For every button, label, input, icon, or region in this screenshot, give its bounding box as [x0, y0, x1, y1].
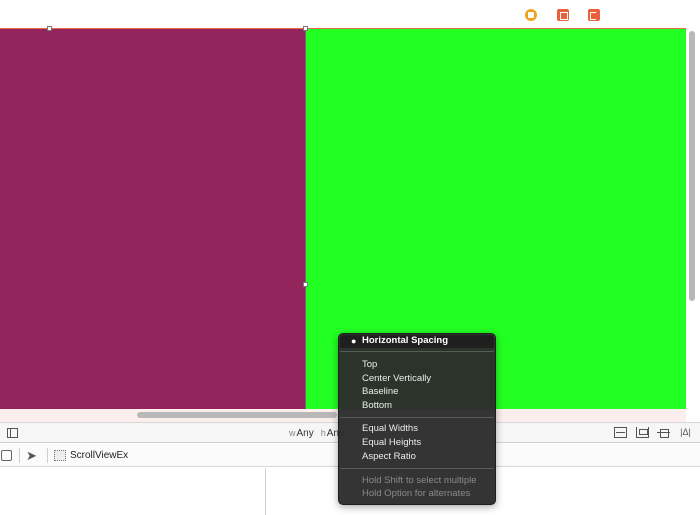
menu-item-top[interactable]: Top [362, 359, 377, 371]
debug-area-divider[interactable] [265, 468, 266, 515]
resolve-issues-icon[interactable]: |Δ| [679, 427, 692, 438]
menu-item-horizontal-spacing[interactable]: Horizontal Spacing [362, 335, 448, 347]
document-outline-toggle-icon[interactable] [7, 428, 18, 438]
view-boundary [305, 29, 306, 409]
location-arrow-icon[interactable]: ➤ [26, 449, 40, 463]
related-items-icon[interactable] [1, 450, 12, 461]
stack-icon[interactable] [614, 427, 627, 438]
first-responder-icon[interactable] [557, 9, 569, 21]
menu-item-equal-widths[interactable]: Equal Widths [362, 423, 418, 435]
resize-handle-right[interactable] [303, 282, 308, 287]
vertical-scrollbar[interactable] [689, 31, 695, 301]
exit-icon[interactable] [588, 9, 600, 21]
menu-item-bottom[interactable]: Bottom [362, 400, 392, 412]
left-view[interactable] [0, 29, 305, 409]
view-controller-icon[interactable] [525, 9, 537, 21]
height-prefix: h [320, 428, 326, 438]
align-icon[interactable] [636, 427, 649, 438]
storyboard-file-icon [54, 450, 66, 461]
menu-hint-shift: Hold Shift to select multiple [362, 475, 477, 486]
menu-separator [340, 468, 494, 469]
menu-item-baseline[interactable]: Baseline [362, 386, 398, 398]
menu-hint-option: Hold Option for alternates [362, 488, 471, 499]
menu-separator [340, 417, 494, 418]
selected-bullet-icon: ● [351, 336, 357, 346]
constraint-popup-menu: ● Horizontal Spacing Top Center Vertical… [338, 333, 496, 505]
jump-bar-file-name[interactable]: ScrollViewEx [70, 450, 128, 461]
width-size-class: Any [296, 428, 314, 439]
scene-dock [0, 0, 686, 28]
width-prefix: w [289, 428, 296, 438]
pin-icon[interactable] [657, 427, 670, 438]
resize-handle-top-right[interactable] [303, 26, 308, 31]
menu-separator [340, 351, 494, 352]
menu-item-aspect-ratio[interactable]: Aspect Ratio [362, 451, 416, 463]
menu-item-center-vertically[interactable]: Center Vertically [362, 373, 431, 385]
menu-item-equal-heights[interactable]: Equal Heights [362, 437, 421, 449]
jump-bar-separator [47, 448, 48, 463]
horizontal-scrollbar[interactable] [137, 412, 337, 418]
interface-builder-window: wAny hAny |Δ| ➤ ScrollViewEx ● Horizontal… [0, 0, 700, 515]
resize-handle-top-left[interactable] [47, 26, 52, 31]
jump-bar-separator [19, 448, 20, 463]
size-class-control[interactable]: wAny hAny [289, 428, 344, 439]
